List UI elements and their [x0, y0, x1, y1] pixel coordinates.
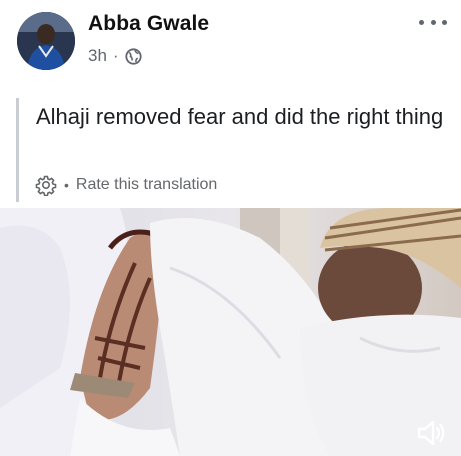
author-name[interactable]: Abba Gwale — [88, 12, 209, 36]
post-meta: 3h · — [88, 46, 142, 66]
post-header: Abba Gwale 3h · — [0, 0, 461, 80]
more-dot — [442, 19, 447, 25]
rate-translation-label[interactable]: Rate this translation — [76, 176, 217, 194]
rate-translation[interactable]: • Rate this translation — [35, 174, 217, 197]
rate-separator: • — [64, 177, 69, 193]
more-dot — [430, 19, 436, 25]
more-options-icon[interactable] — [419, 12, 447, 32]
globe-icon — [124, 47, 142, 65]
translated-post: Alhaji removed fear and did the right th… — [16, 98, 449, 202]
post-time[interactable]: 3h — [88, 46, 107, 66]
avatar[interactable] — [17, 12, 75, 70]
more-dot — [419, 19, 424, 25]
meta-separator: · — [112, 46, 119, 65]
gear-icon — [35, 174, 57, 197]
post-text: Alhaji removed fear and did the right th… — [36, 104, 444, 129]
video-player[interactable] — [0, 208, 461, 456]
speaker-muted-icon[interactable] — [415, 416, 449, 450]
video-frame — [0, 208, 461, 456]
